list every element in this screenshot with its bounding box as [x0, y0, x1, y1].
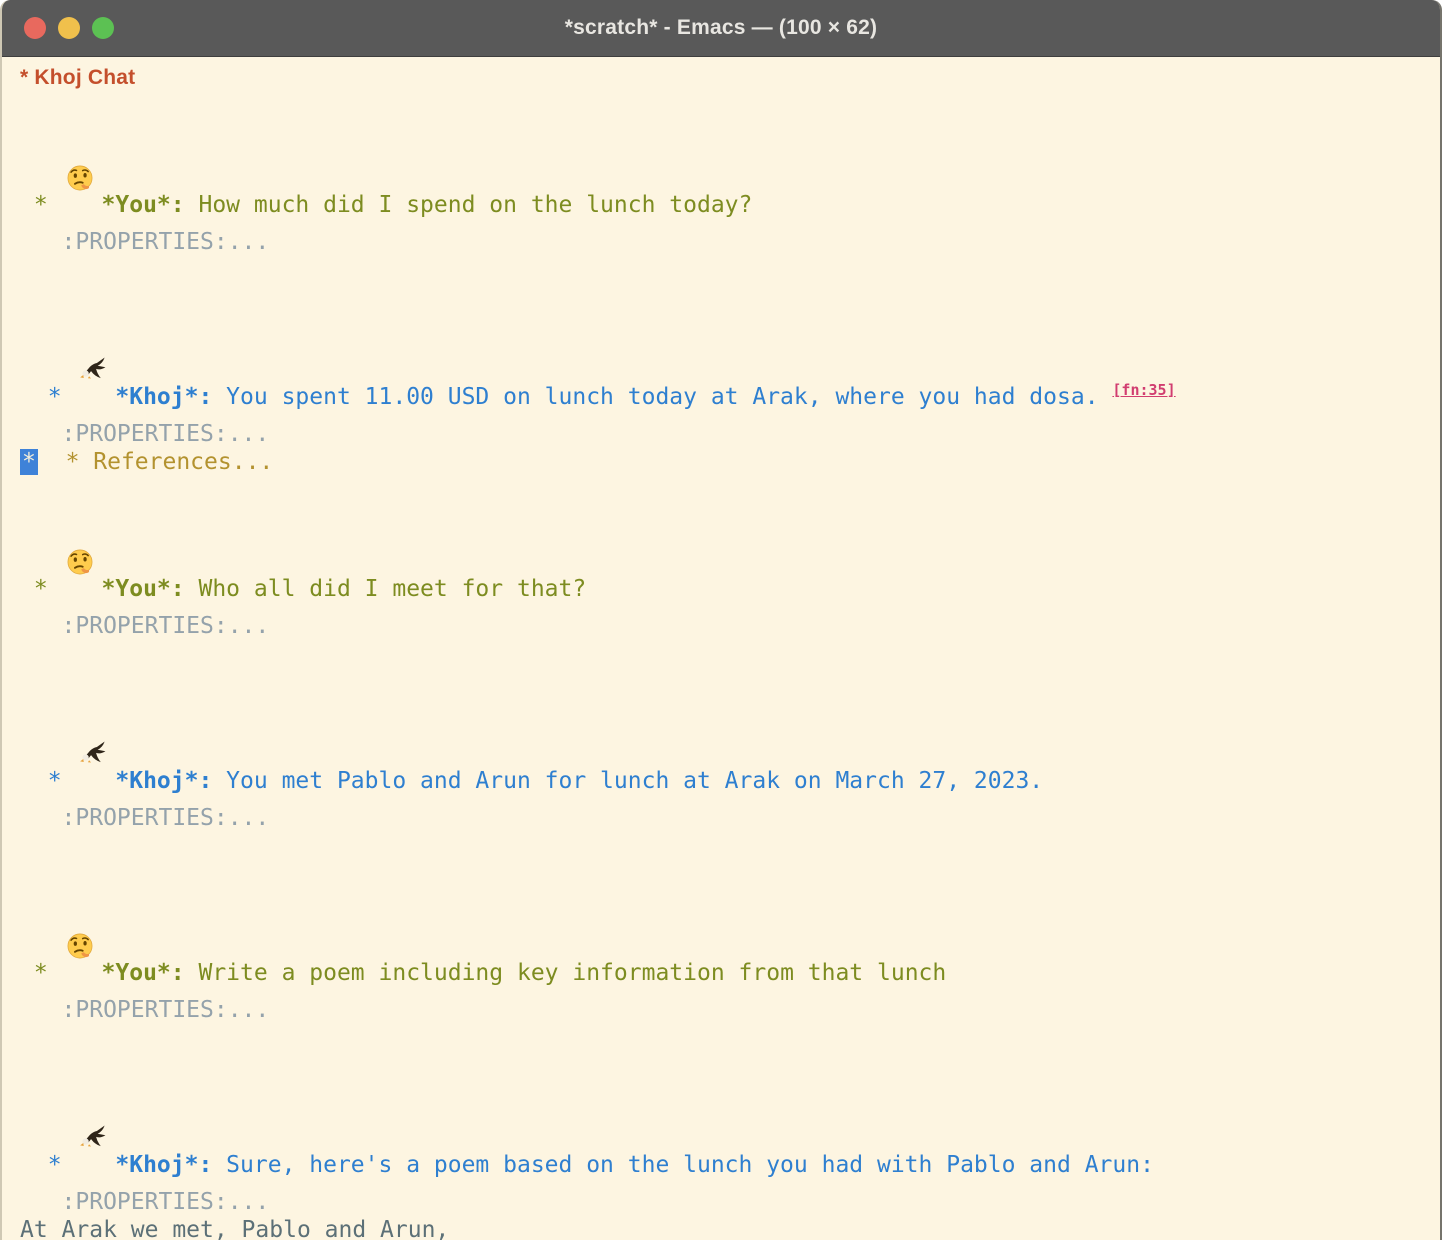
- heading-star: *: [20, 192, 62, 218]
- heading-star: *: [20, 1152, 75, 1178]
- text-cursor: *: [20, 449, 38, 475]
- you-line[interactable]: * *You*: Write a poem including key info…: [20, 860, 1432, 996]
- chat-title-heading: * Khoj Chat: [20, 66, 135, 89]
- close-button[interactable]: [24, 17, 46, 39]
- titlebar[interactable]: *scratch* - Emacs — (100 × 62): [2, 0, 1440, 57]
- props-line[interactable]: :PROPERTIES:...: [20, 1188, 1432, 1216]
- you-line[interactable]: * *You*: Who all did I meet for that?: [20, 476, 1432, 612]
- props-line[interactable]: :PROPERTIES:...: [20, 228, 1432, 256]
- thinking-face-emoji: [66, 476, 94, 612]
- message-text: Sure, here's a poem based on the lunch y…: [212, 1152, 1154, 1178]
- properties-drawer[interactable]: :PROPERTIES:...: [20, 613, 269, 639]
- references-line[interactable]: * * References...: [20, 448, 1432, 476]
- blank-line[interactable]: [20, 256, 1432, 284]
- properties-drawer[interactable]: :PROPERTIES:...: [20, 805, 269, 831]
- properties-drawer[interactable]: :PROPERTIES:...: [20, 1189, 269, 1215]
- message-body-text: At Arak we met, Pablo and Arun,: [20, 1217, 449, 1240]
- heading-star: *: [20, 576, 62, 602]
- message-text: You met Pablo and Arun for lunch at Arak…: [212, 768, 1043, 794]
- properties-drawer[interactable]: :PROPERTIES:...: [20, 421, 269, 447]
- speaker-name: *Khoj*:: [115, 384, 212, 410]
- zoom-button[interactable]: [92, 17, 114, 39]
- speaker-name: *You*:: [102, 960, 185, 986]
- thinking-face-emoji: [66, 860, 94, 996]
- blank-line[interactable]: [20, 1024, 1432, 1052]
- khoj-line[interactable]: * *Khoj*: You spent 11.00 USD on lunch t…: [20, 284, 1432, 420]
- props-line[interactable]: :PROPERTIES:...: [20, 420, 1432, 448]
- speaker-name: *Khoj*:: [115, 768, 212, 794]
- blank-line[interactable]: [20, 832, 1432, 860]
- blank-line[interactable]: [20, 640, 1432, 668]
- message-text: How much did I spend on the lunch today?: [185, 192, 753, 218]
- speaker-name: *You*:: [102, 192, 185, 218]
- heading-star: *: [20, 768, 75, 794]
- eagle-emoji: [79, 284, 107, 420]
- speaker-name: *You*:: [102, 576, 185, 602]
- window-title: *scratch* - Emacs — (100 × 62): [565, 16, 877, 40]
- cursor-gap: [38, 449, 66, 475]
- you-line[interactable]: * *You*: How much did I spend on the lun…: [20, 92, 1432, 228]
- minimize-button[interactable]: [58, 17, 80, 39]
- thinking-face-emoji: [66, 92, 94, 228]
- eagle-emoji: [79, 1052, 107, 1188]
- speaker-name: *Khoj*:: [115, 1152, 212, 1178]
- heading-star: *: [20, 384, 75, 410]
- props-line[interactable]: :PROPERTIES:...: [20, 612, 1432, 640]
- heading-star: *: [20, 960, 62, 986]
- properties-drawer[interactable]: :PROPERTIES:...: [20, 229, 269, 255]
- title-line[interactable]: * Khoj Chat: [20, 64, 1432, 92]
- message-text: You spent 11.00 USD on lunch today at Ar…: [212, 384, 1112, 410]
- props-line[interactable]: :PROPERTIES:...: [20, 996, 1432, 1024]
- props-line[interactable]: :PROPERTIES:...: [20, 804, 1432, 832]
- buffer-lines[interactable]: * Khoj Chat * *You*: How much did I spen…: [2, 57, 1440, 1240]
- khoj-line[interactable]: * *Khoj*: You met Pablo and Arun for lun…: [20, 668, 1432, 804]
- references-heading[interactable]: * References...: [66, 449, 274, 475]
- message-text: Write a poem including key information f…: [185, 960, 947, 986]
- footnote-link[interactable]: [fn:35]: [1112, 381, 1175, 399]
- khoj-line[interactable]: * *Khoj*: Sure, here's a poem based on t…: [20, 1052, 1432, 1188]
- body-line[interactable]: At Arak we met, Pablo and Arun,: [20, 1216, 1432, 1240]
- window-controls: [24, 17, 114, 39]
- message-text: Who all did I meet for that?: [185, 576, 587, 602]
- properties-drawer[interactable]: :PROPERTIES:...: [20, 997, 269, 1023]
- emacs-window: *scratch* - Emacs — (100 × 62) * Khoj Ch…: [0, 0, 1442, 1240]
- eagle-emoji: [79, 668, 107, 804]
